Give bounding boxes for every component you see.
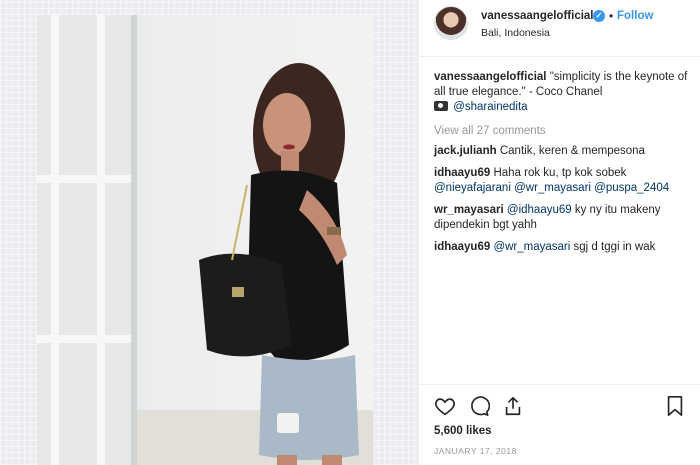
- comment-item: wr_mayasari @idhaayu69 ky ny itu makeny …: [434, 203, 689, 233]
- avatar[interactable]: [434, 6, 468, 40]
- post-photo[interactable]: [37, 15, 373, 465]
- comment-mention[interactable]: @idhaayu69: [507, 204, 572, 216]
- post-header: vanessaangelofficial ✓ • Follow Bali, In…: [419, 0, 700, 57]
- comment-mention[interactable]: @wr_mayasari: [493, 241, 570, 253]
- comment-item: jack.julianh Cantik, keren & mempesona: [434, 144, 689, 159]
- location-link[interactable]: Bali, Indonesia: [481, 27, 550, 39]
- comment-mention[interactable]: @puspa_2404: [594, 182, 669, 194]
- photo-illustration: [37, 15, 373, 465]
- follow-button[interactable]: Follow: [617, 10, 653, 22]
- post-date: JANUARY 17, 2018: [434, 446, 517, 456]
- comment-username[interactable]: jack.julianh: [434, 145, 497, 157]
- comment-text: Cantik, keren & mempesona: [499, 145, 645, 157]
- comment-mention[interactable]: @nieyafajarani: [434, 182, 511, 194]
- bookmark-icon[interactable]: [664, 395, 686, 417]
- comment-item: idhaayu69 Haha rok ku, tp kok sobek @nie…: [434, 166, 689, 196]
- caption-username[interactable]: vanessaangelofficial: [434, 71, 547, 83]
- post-side-panel: vanessaangelofficial ✓ • Follow Bali, In…: [418, 0, 700, 465]
- comment-text: sgj d tggi in wak: [573, 241, 656, 253]
- view-all-comments-link[interactable]: View all 27 comments: [434, 125, 689, 137]
- share-icon[interactable]: [502, 395, 524, 417]
- caption-mention[interactable]: @sharainedita: [453, 101, 527, 113]
- instagram-post: vanessaangelofficial ✓ • Follow Bali, In…: [0, 0, 700, 465]
- likes-count[interactable]: 5,600 likes: [434, 425, 492, 437]
- comment-username[interactable]: idhaayu69: [434, 167, 490, 179]
- comment-username[interactable]: idhaayu69: [434, 241, 490, 253]
- caption: vanessaangelofficial "simplicity is the …: [434, 70, 689, 115]
- verified-badge-icon: ✓: [593, 10, 605, 22]
- comment-text: Haha rok ku, tp kok sobek: [493, 167, 627, 179]
- comment-icon[interactable]: [468, 395, 491, 417]
- comment-mention[interactable]: @wr_mayasari: [514, 182, 591, 194]
- comment-username[interactable]: wr_mayasari: [434, 204, 504, 216]
- heart-icon[interactable]: [434, 395, 456, 417]
- camera-icon: [434, 101, 448, 111]
- header-username[interactable]: vanessaangelofficial: [481, 10, 594, 22]
- media-frame: [0, 0, 418, 465]
- separator-dot: •: [609, 9, 614, 23]
- comments-section: vanessaangelofficial "simplicity is the …: [434, 70, 689, 255]
- post-actions: 5,600 likes JANUARY 17, 2018: [419, 384, 700, 465]
- comment-item: idhaayu69 @wr_mayasari sgj d tggi in wak: [434, 240, 689, 255]
